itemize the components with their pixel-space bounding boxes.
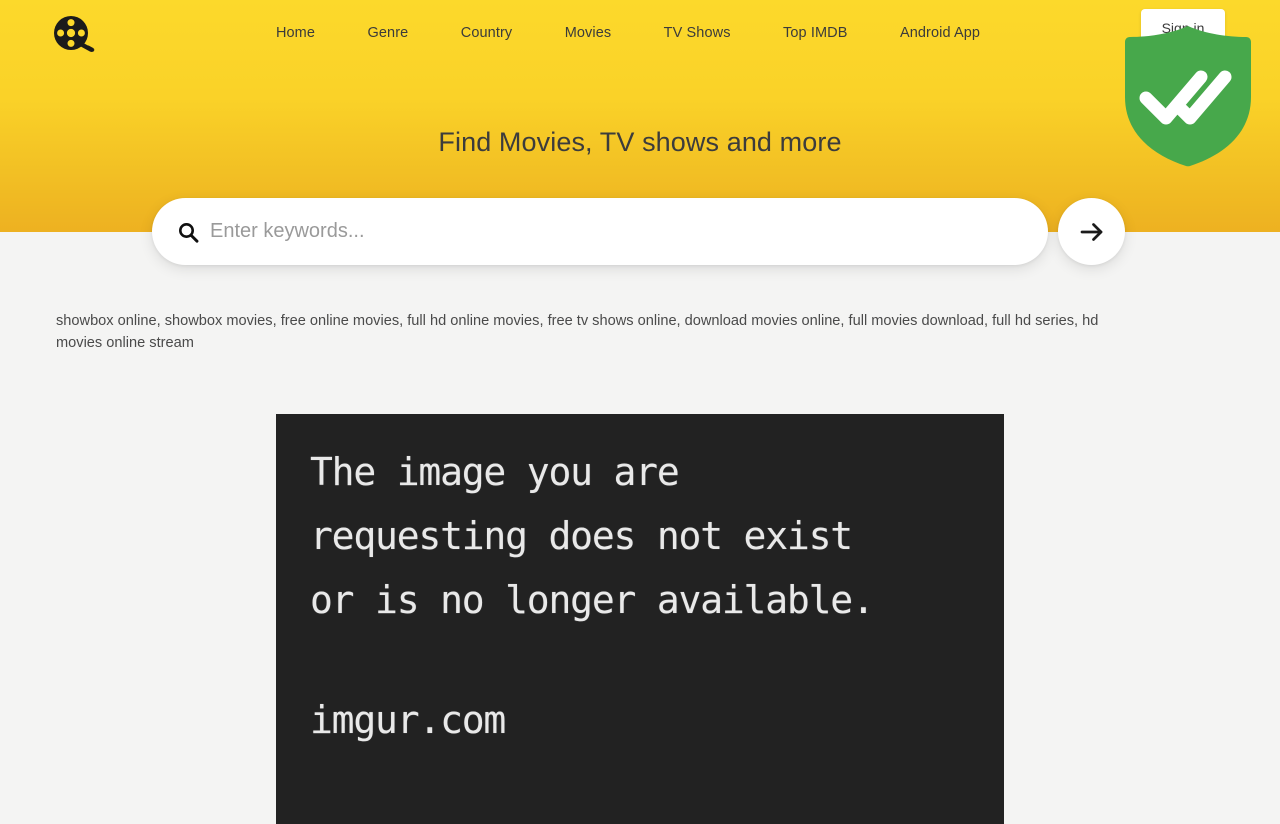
broken-image-domain: imgur.com — [310, 698, 506, 742]
search-box[interactable] — [152, 198, 1048, 265]
search-bar — [152, 198, 1128, 265]
page-content: showbox online, showbox movies, free onl… — [0, 232, 1280, 824]
nav-item-tv-shows[interactable]: TV Shows — [664, 24, 731, 42]
nav-item-movies[interactable]: Movies — [565, 24, 612, 42]
top-bar: Home Genre Country Movies TV Shows Top I… — [0, 0, 1280, 167]
search-icon — [176, 220, 200, 244]
broken-image-message: The image you are requesting does not ex… — [310, 450, 875, 622]
main-navigation: Home Genre Country Movies TV Shows Top I… — [0, 24, 1280, 42]
nav-item-android-app[interactable]: Android App — [900, 24, 980, 42]
hero-header: Home Genre Country Movies TV Shows Top I… — [0, 0, 1280, 265]
nav-item-top-imdb[interactable]: Top IMDB — [783, 24, 847, 42]
nav-item-home[interactable]: Home — [276, 24, 315, 42]
nav-item-country[interactable]: Country — [461, 24, 512, 42]
arrow-right-icon — [1079, 219, 1105, 245]
search-input[interactable] — [210, 211, 1048, 252]
page-title: Find Movies, TV shows and more — [438, 127, 842, 157]
broken-image-placeholder: The image you are requesting does not ex… — [276, 414, 1004, 824]
search-submit-button[interactable] — [1058, 198, 1125, 265]
figure-container: The image you are requesting does not ex… — [0, 414, 1280, 824]
nav-item-genre[interactable]: Genre — [367, 24, 408, 42]
verified-shield-double-check-icon[interactable] — [1122, 25, 1254, 167]
